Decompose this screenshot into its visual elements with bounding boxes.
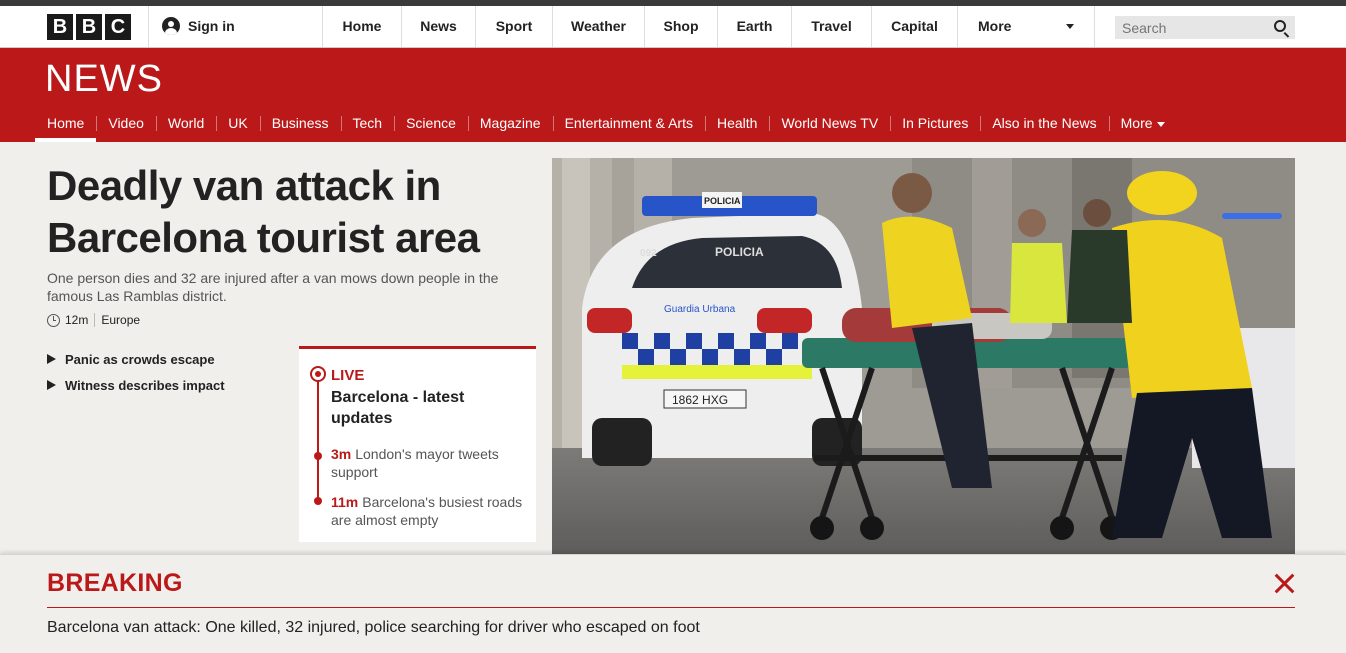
signin-label: Sign in — [188, 18, 235, 34]
logo-letter: B — [76, 14, 102, 40]
global-nav-travel[interactable]: Travel — [791, 6, 871, 47]
global-nav-capital[interactable]: Capital — [871, 6, 957, 47]
global-nav-news[interactable]: News — [401, 6, 475, 47]
story-summary: One person dies and 32 are injured after… — [47, 270, 499, 304]
related-link-label: Witness describes impact — [65, 377, 225, 393]
news-nav-tech[interactable]: Tech — [340, 110, 395, 142]
news-nav-world-news-tv[interactable]: World News TV — [769, 110, 890, 142]
news-nav-business[interactable]: Business — [259, 110, 341, 142]
car-text-2: Guardia Urbana — [664, 304, 736, 315]
story-photo[interactable]: POLICIA POLICIA 092 Guardia Urbana 1862 … — [552, 158, 1295, 554]
news-nav-world[interactable]: World — [155, 110, 216, 142]
photo-illustration: POLICIA POLICIA 092 Guardia Urbana 1862 … — [552, 158, 1295, 554]
story-meta: 12m Europe — [47, 313, 140, 327]
live-update-item[interactable]: 3m London's mayor tweets support — [331, 445, 526, 481]
car-text: POLICIA — [715, 245, 764, 259]
story-section-link[interactable]: Europe — [101, 313, 140, 327]
update-time: 11m — [331, 494, 359, 510]
news-wordmark[interactable]: NEWS — [45, 58, 163, 101]
search-icon[interactable] — [1274, 20, 1286, 32]
roof-sign-text: POLICIA — [704, 196, 741, 206]
news-nav-entertainment[interactable]: Entertainment & Arts — [552, 110, 705, 142]
news-nav-health[interactable]: Health — [705, 110, 769, 142]
related-link-label: Panic as crowds escape — [65, 351, 215, 367]
live-timeline — [317, 369, 319, 501]
global-nav: Home News Sport Weather Shop Earth Trave… — [322, 6, 1095, 47]
logo-letter: B — [47, 14, 73, 40]
news-nav-also-in-news[interactable]: Also in the News — [980, 110, 1108, 142]
news-nav-in-pictures[interactable]: In Pictures — [890, 110, 980, 142]
story-time: 12m — [65, 313, 89, 327]
live-updates-box[interactable]: LIVE Barcelona - latest updates 3m London… — [299, 346, 536, 542]
more-label: More — [978, 18, 1012, 34]
logo-letter: C — [105, 14, 131, 40]
live-icon — [310, 366, 326, 382]
news-nav-uk[interactable]: UK — [216, 110, 259, 142]
chevron-down-icon — [1156, 121, 1165, 127]
update-time: 3m — [331, 446, 352, 462]
live-title[interactable]: Barcelona - latest updates — [331, 387, 521, 429]
car-id: 092 — [640, 248, 657, 259]
news-nav: Home Video World UK Business Tech Scienc… — [35, 110, 1177, 142]
breaking-divider — [47, 607, 1295, 608]
timeline-dot — [314, 497, 322, 505]
news-nav-more[interactable]: More — [1108, 110, 1177, 142]
news-nav-magazine[interactable]: Magazine — [467, 110, 553, 142]
main-headline[interactable]: Deadly van attack in Barcelona tourist a… — [47, 160, 517, 264]
global-nav-more[interactable]: More — [957, 6, 1095, 47]
clock-icon — [47, 313, 60, 327]
global-nav-home[interactable]: Home — [322, 6, 401, 47]
play-icon — [47, 380, 56, 390]
bbc-logo[interactable]: B B C — [47, 14, 131, 40]
news-nav-video[interactable]: Video — [96, 110, 156, 142]
news-nav-home[interactable]: Home — [35, 110, 97, 142]
global-nav-weather[interactable]: Weather — [552, 6, 644, 47]
update-text: London's mayor tweets support — [331, 446, 499, 480]
chevron-down-icon — [1066, 24, 1074, 29]
signin-link[interactable]: Sign in — [162, 17, 235, 35]
related-links: Panic as crowds escape Witness describes… — [47, 346, 225, 398]
related-link[interactable]: Panic as crowds escape — [47, 346, 225, 372]
related-link[interactable]: Witness describes impact — [47, 372, 225, 398]
search-box — [1115, 16, 1295, 39]
header-divider — [148, 6, 149, 47]
plate-text: 1862 HXG — [672, 393, 728, 407]
live-update-item[interactable]: 11m Barcelona's busiest roads are almost … — [331, 493, 526, 529]
breaking-label: BREAKING — [47, 569, 183, 597]
global-nav-sport[interactable]: Sport — [475, 6, 552, 47]
breaking-headline[interactable]: Barcelona van attack: One killed, 32 inj… — [47, 619, 700, 637]
global-nav-shop[interactable]: Shop — [644, 6, 717, 47]
global-header: B B C Sign in Home News Sport Weather Sh… — [0, 6, 1346, 48]
news-nav-science[interactable]: Science — [394, 110, 468, 142]
user-icon — [162, 17, 180, 35]
meta-divider — [94, 313, 96, 327]
timeline-dot — [314, 452, 322, 460]
news-header: NEWS Home Video World UK Business Tech S… — [0, 48, 1346, 142]
close-icon[interactable] — [1274, 573, 1295, 594]
live-label: LIVE — [331, 367, 365, 384]
play-icon — [47, 354, 56, 364]
global-nav-earth[interactable]: Earth — [717, 6, 791, 47]
search-input[interactable] — [1115, 16, 1265, 39]
update-text: Barcelona's busiest roads are almost emp… — [331, 494, 523, 528]
breaking-news-bar[interactable]: BREAKING Barcelona van attack: One kille… — [0, 554, 1346, 653]
news-more-label: More — [1120, 115, 1153, 131]
